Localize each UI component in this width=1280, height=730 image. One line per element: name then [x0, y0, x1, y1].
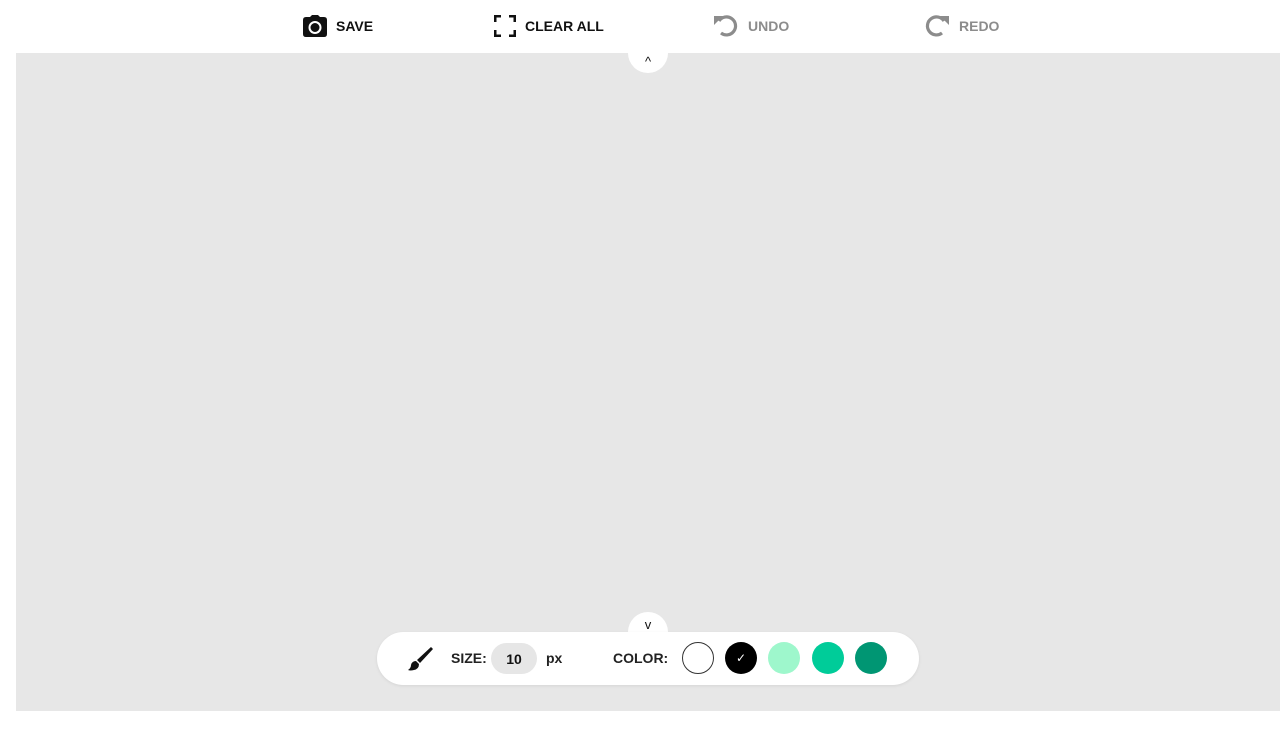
- color-swatch-white[interactable]: [682, 642, 714, 674]
- redo-button[interactable]: REDO: [924, 12, 999, 40]
- undo-label: UNDO: [748, 18, 790, 34]
- brush-settings-bar: SIZE: px COLOR: ✓: [377, 632, 919, 685]
- color-swatch-black[interactable]: ✓: [725, 642, 757, 674]
- undo-button[interactable]: UNDO: [713, 12, 789, 40]
- collapse-toolbar-button[interactable]: ^: [628, 33, 668, 73]
- size-label: SIZE:: [451, 650, 487, 666]
- fullscreen-corners-icon: [494, 15, 516, 37]
- save-label: SAVE: [336, 18, 374, 34]
- chevron-up-icon: ^: [644, 54, 652, 69]
- clear-all-label: CLEAR ALL: [525, 18, 604, 34]
- redo-icon: [924, 13, 950, 39]
- checkmark-icon: ✓: [735, 651, 747, 665]
- chevron-down-icon: v: [644, 617, 652, 632]
- color-swatch-mint[interactable]: [768, 642, 800, 674]
- size-input[interactable]: [491, 643, 537, 674]
- undo-icon: [713, 13, 739, 39]
- size-unit-label: px: [546, 650, 563, 666]
- color-swatch-green[interactable]: [812, 642, 844, 674]
- paintbrush-icon: [407, 646, 433, 672]
- clear-all-button[interactable]: CLEAR ALL: [494, 12, 604, 40]
- save-button[interactable]: SAVE: [303, 12, 373, 40]
- camera-icon: [303, 15, 327, 37]
- color-swatch-dark-green[interactable]: [855, 642, 887, 674]
- redo-label: REDO: [959, 18, 1000, 34]
- color-label: COLOR:: [613, 650, 669, 666]
